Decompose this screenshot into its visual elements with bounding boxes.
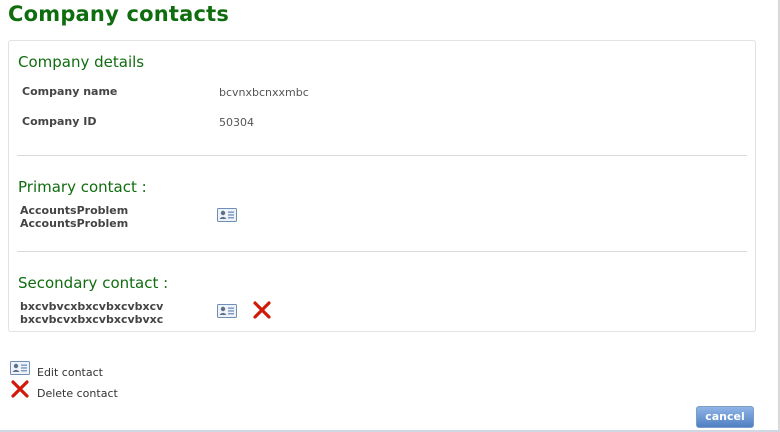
primary-contact-name: AccountsProblem AccountsProblem bbox=[20, 204, 128, 230]
company-name-label: Company name bbox=[22, 85, 118, 98]
company-name-value: bcvnxbcnxxmbc bbox=[219, 86, 309, 99]
secondary-contact-name-line2: bxcvbcvxbxcvbxcvbvxc bbox=[20, 313, 164, 326]
cancel-button[interactable]: cancel bbox=[696, 406, 754, 428]
secondary-contact-name: bxcvbvcxbxcvbxcvbxcv bxcvbcvxbxcvbxcvbvx… bbox=[20, 300, 163, 326]
company-details-heading: Company details bbox=[18, 53, 145, 71]
section-divider bbox=[17, 251, 747, 252]
primary-contact-heading: Primary contact : bbox=[18, 178, 147, 196]
delete-contact-legend-icon bbox=[11, 380, 29, 398]
secondary-contact-name-line1: bxcvbvcxbxcvbxcvbxcv bbox=[20, 300, 164, 313]
edit-contact-legend-label: Edit contact bbox=[37, 366, 103, 379]
primary-contact-name-line2: AccountsProblem bbox=[20, 217, 129, 230]
company-id-value: 50304 bbox=[219, 116, 254, 129]
primary-contact-name-line1: AccountsProblem bbox=[20, 204, 129, 217]
company-id-label: Company ID bbox=[22, 115, 97, 128]
contacts-panel: Company details Company name bcvnxbcnxxm… bbox=[8, 40, 756, 332]
delete-contact-legend-label: Delete contact bbox=[37, 387, 118, 400]
section-divider bbox=[17, 155, 747, 156]
delete-x-icon[interactable] bbox=[252, 301, 272, 319]
contact-card-icon[interactable] bbox=[217, 208, 237, 222]
page-title: Company contacts bbox=[8, 2, 230, 26]
contact-card-icon[interactable] bbox=[217, 304, 237, 318]
secondary-contact-heading: Secondary contact : bbox=[18, 274, 169, 292]
edit-contact-legend-icon bbox=[10, 361, 30, 375]
